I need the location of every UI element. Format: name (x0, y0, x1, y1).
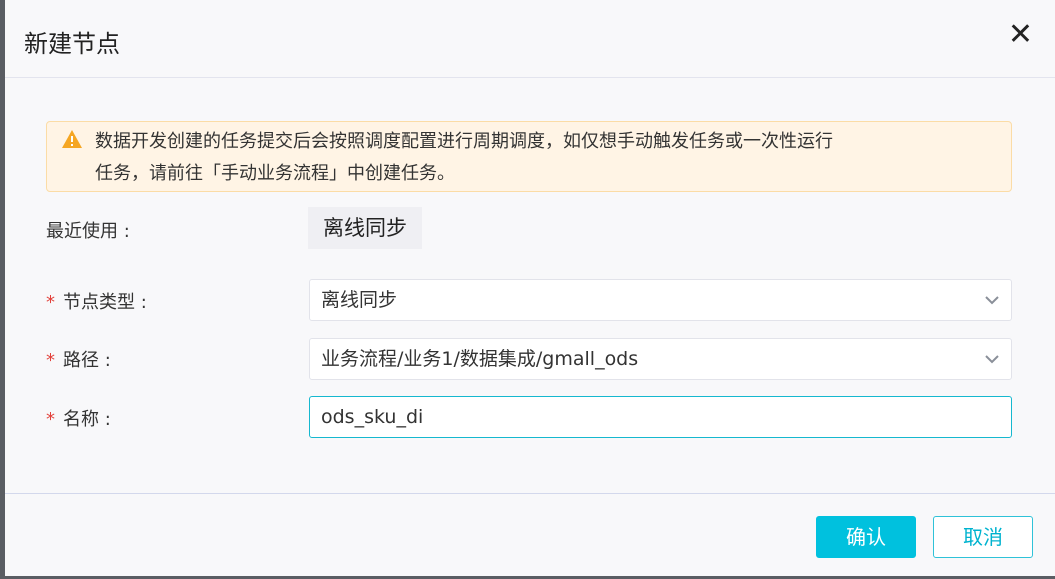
path-label: * 路径 : (46, 346, 111, 372)
node-type-select[interactable]: 离线同步 (309, 279, 1012, 321)
required-mark: * (46, 409, 55, 430)
new-node-dialog: 新建节点 ✕ 数据开发创建的任务提交后会按照调度配置进行周期调度，如仅想手动触发… (5, 0, 1055, 576)
chevron-down-icon (985, 296, 999, 305)
chevron-down-icon (985, 355, 999, 364)
node-type-label-text: 节点类型 : (63, 292, 147, 313)
name-label: * 名称 : (46, 405, 111, 431)
path-value: 业务流程/业务1/数据集成/gmall_ods (321, 348, 639, 370)
dialog-header: 新建节点 ✕ (5, 0, 1055, 78)
node-type-value: 离线同步 (321, 289, 398, 311)
node-type-label: * 节点类型 : (46, 288, 147, 314)
name-label-text: 名称 : (63, 409, 111, 430)
dialog-title: 新建节点 (24, 30, 120, 58)
notice-line-2: 任务，请前往「手动业务流程」中创建任务。 (95, 163, 455, 184)
recent-item-offline-sync[interactable]: 离线同步 (308, 207, 422, 249)
notice-banner: 数据开发创建的任务提交后会按照调度配置进行周期调度，如仅想手动触发任务或一次性运… (46, 121, 1012, 192)
required-mark: * (46, 292, 55, 313)
notice-line-1: 数据开发创建的任务提交后会按照调度配置进行周期调度，如仅想手动触发任务或一次性运… (95, 131, 833, 152)
path-label-text: 路径 : (63, 350, 111, 371)
close-icon[interactable]: ✕ (1008, 20, 1033, 50)
recent-label: 最近使用 : (46, 221, 130, 242)
required-mark: * (46, 350, 55, 371)
name-input[interactable]: ods_sku_di (309, 396, 1012, 438)
warning-triangle-icon (62, 130, 82, 148)
path-select[interactable]: 业务流程/业务1/数据集成/gmall_ods (309, 338, 1012, 380)
confirm-button[interactable]: 确认 (816, 516, 916, 558)
cancel-button[interactable]: 取消 (933, 516, 1033, 558)
dialog-footer: 确认 取消 (5, 493, 1055, 576)
